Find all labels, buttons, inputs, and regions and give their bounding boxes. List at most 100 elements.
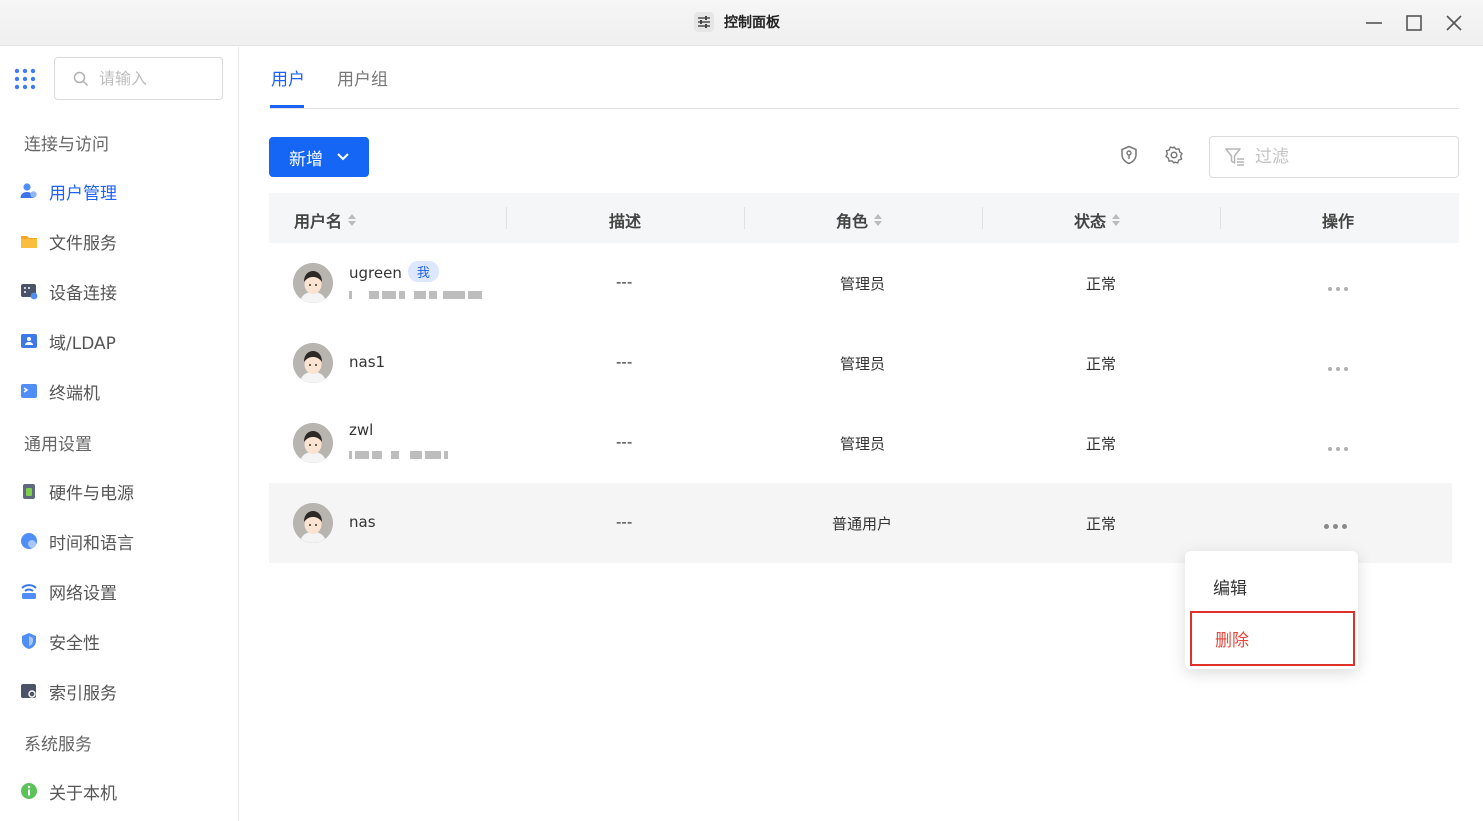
sidebar-search[interactable] [54,57,223,100]
section-general: 通用设置 [24,435,92,455]
sidebar-item-about[interactable]: 关于本机 [20,779,117,804]
sidebar-item-label: 硬件与电源 [49,483,134,504]
column-status[interactable]: 状态 [1074,208,1121,232]
role-cell: 管理员 [840,355,886,373]
column-actions: 操作 [1322,208,1354,232]
sidebar-item-time-language[interactable]: 时间和语言 [20,529,134,554]
sidebar-item-security[interactable]: 安全性 [20,629,100,654]
edit-menu-item[interactable]: 编辑 [1190,561,1355,611]
table-row[interactable]: nas1 --- 管理员 正常 [269,323,1452,403]
search-input[interactable] [99,69,209,88]
active-tab-indicator [270,105,304,108]
maximize-icon [1406,15,1422,31]
close-button[interactable] [1441,10,1467,36]
sidebar-item-label: 终端机 [49,383,100,404]
sidebar-item-file-service[interactable]: 文件服务 [20,229,117,254]
device-icon [20,282,38,300]
users-icon [20,182,38,200]
sidebar-item-label: 网络设置 [49,583,117,604]
minimize-button[interactable] [1361,10,1387,36]
apps-grid-icon[interactable] [14,68,36,90]
sort-icon [348,214,357,226]
column-label: 角色 [836,212,869,231]
avatar [293,343,333,383]
sidebar-item-hardware[interactable]: 硬件与电源 [20,479,134,504]
clock-icon [20,532,38,550]
window-title: 控制面板 [724,15,780,31]
tab-users[interactable]: 用户 [271,65,305,90]
title-bar: 控制面板 [0,0,1483,46]
table-row[interactable]: zwl --- 管理员 正常 [269,403,1452,483]
sidebar-item-label: 域/LDAP [49,333,116,354]
sort-icon [1112,214,1121,226]
table-row[interactable]: ugreen 我 --- 管理员 正常 [269,243,1452,323]
sidebar-item-device[interactable]: 设备连接 [20,279,117,304]
status-cell: 正常 [1086,275,1117,293]
control-panel-icon [694,12,714,32]
filter-field[interactable] [1209,136,1459,178]
avatar [293,503,333,543]
role-cell: 管理员 [840,435,886,453]
status-cell: 正常 [1086,355,1117,373]
chevron-down-icon [337,153,349,161]
sort-icon [874,214,883,226]
username: nas [349,513,376,531]
status-cell: 正常 [1086,435,1117,453]
description-cell: --- [616,353,633,371]
tab-bar: 用户 用户组 [270,47,1459,109]
terminal-icon [20,382,38,400]
avatar [293,423,333,463]
add-button[interactable]: 新增 [269,137,369,177]
column-label: 操作 [1322,212,1355,231]
email-redacted [349,449,448,461]
column-divider [982,207,983,229]
column-divider [506,207,507,229]
delete-menu-item[interactable]: 删除 [1190,611,1355,666]
more-actions-button[interactable] [1328,365,1352,373]
sidebar-item-label: 文件服务 [49,233,117,254]
section-connection: 连接与访问 [24,135,109,155]
column-description: 描述 [609,208,641,232]
shield-icon [20,632,38,650]
add-button-label: 新增 [289,149,323,170]
description-cell: --- [616,513,633,531]
sidebar-item-domain[interactable]: 域/LDAP [20,329,116,354]
window-title-group: 控制面板 [694,12,780,32]
table-header: 用户名 描述 角色 状态 操作 [269,193,1459,243]
username-text: ugreen [349,264,402,282]
settings-button[interactable] [1162,143,1186,167]
column-divider [1220,207,1221,229]
description-cell: --- [616,273,633,291]
folder-icon [20,232,38,250]
sidebar-item-label: 用户管理 [49,183,117,204]
filter-input[interactable] [1255,147,1435,167]
sidebar-item-index[interactable]: 索引服务 [20,679,117,704]
search-icon [73,71,89,86]
index-icon [20,682,38,700]
sidebar-item-label: 时间和语言 [49,533,134,554]
column-role[interactable]: 角色 [836,208,883,232]
sidebar-item-users[interactable]: 用户管理 [20,179,117,204]
role-cell: 普通用户 [832,515,893,533]
more-actions-button[interactable] [1328,285,1352,293]
username: nas1 [349,353,386,371]
column-label: 描述 [609,212,642,231]
network-icon [20,582,38,600]
maximize-button[interactable] [1401,10,1427,36]
tab-user-groups[interactable]: 用户组 [337,65,388,90]
column-username[interactable]: 用户名 [294,208,357,232]
more-actions-button[interactable] [1324,522,1348,530]
domain-icon [20,332,38,350]
info-icon [20,782,38,800]
username: zwl [349,421,374,439]
more-actions-button[interactable] [1328,445,1352,453]
sidebar-item-label: 索引服务 [49,683,117,704]
sidebar-item-label: 设备连接 [49,283,117,304]
avatar [293,263,333,303]
shield-key-icon [1121,145,1137,165]
sidebar-item-label: 关于本机 [49,783,117,804]
sidebar-item-label: 安全性 [49,633,100,654]
security-policy-button[interactable] [1117,143,1141,167]
sidebar-item-terminal[interactable]: 终端机 [20,379,100,404]
sidebar-item-network[interactable]: 网络设置 [20,579,117,604]
